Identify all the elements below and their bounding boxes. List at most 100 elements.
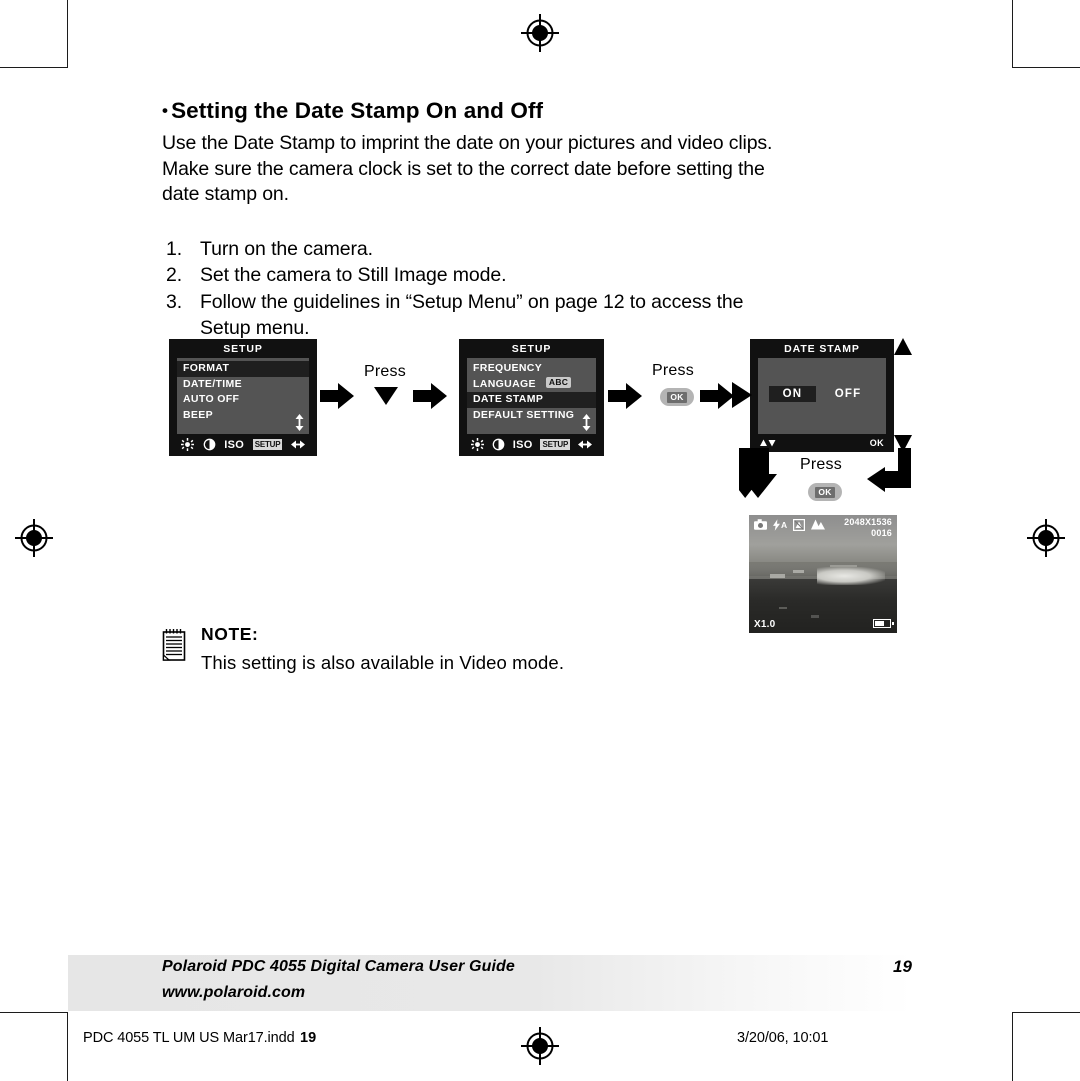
print-filename: PDC 4055 TL UM US Mar17.indd [83,1030,295,1046]
menu-item-language[interactable]: LANGUAGE ABC [467,377,596,393]
notepad-icon [162,629,186,661]
iso-label[interactable]: ISO [513,439,533,451]
scroll-updown-icon[interactable] [295,414,304,431]
battery-icon [873,619,894,628]
date-stamp-options: ON OFF [758,384,886,402]
press-label-2: Press [652,362,694,379]
step-item-3: 3. Follow the guidelines in “Setup Menu” … [162,290,924,341]
up-triangle-icon [894,338,912,355]
option-on[interactable]: ON [768,385,817,402]
lcd-option-panel: ON OFF [758,358,886,434]
bullet-glyph: • [162,101,169,120]
updown-hint-icon [760,439,776,447]
page-title-text: Setting the Date Stamp On and Off [171,98,544,123]
crop-mark-top-left [0,0,68,68]
step-text: Turn on the camera. [200,237,373,260]
lcd-screen-setup-menu-1: SETUP FORMAT DATE/TIME AUTO OFF BEEP ISO [169,339,317,456]
step-number: 2. [166,264,183,287]
flash-auto-icon: A [773,518,788,531]
down-button-icon[interactable] [374,387,398,405]
step-number: 3. [166,290,183,313]
preview-detail [830,564,858,567]
page-number: 19 [893,957,912,976]
registration-mark-left-icon [15,519,53,557]
menu-item-label: DATE STAMP [473,393,544,405]
flow-arrow-right-1-icon [320,383,354,409]
menu-item-default-setting[interactable]: DEFAULT SETTING [467,408,596,424]
contrast-icon[interactable] [492,438,505,451]
lcd-screen-date-stamp: DATE STAMP ON OFF OK [750,339,894,452]
menu-item-date-time[interactable]: DATE/TIME [177,377,309,393]
step-text-line2: Setup menu. [200,316,310,339]
menu-item-date-stamp[interactable]: DATE STAMP [467,392,596,408]
ok-button-label: OK [667,391,687,403]
menu-item-label: FREQUENCY [473,362,543,374]
press-label-1: Press [364,363,406,380]
lcd-screen-setup-menu-2: SETUP FREQUENCY LANGUAGE ABC DATE STAMP D… [459,339,604,456]
preview-info-block: 2048X1536 0016 [844,517,892,539]
note-text: This setting is also available in Video … [201,652,565,673]
lcd-title: DATE STAMP [784,343,860,355]
steps-list: 1. Turn on the camera. 2. Set the camera t… [162,237,924,341]
setup-tab-chip[interactable]: SETUP [540,439,571,450]
lcd-bottom-toolbar: ISO SETUP [467,436,596,453]
camera-preview-screen: A 2048X1536 0016 X1.0 [749,515,897,633]
camera-icon [754,519,767,530]
footer-title: Polaroid PDC 4055 Digital Camera User Gu… [162,958,515,975]
preview-shots-remaining: 0016 [871,528,892,538]
exposure-icon [793,518,806,531]
landscape-icon [811,519,826,530]
step-item-1: 1. Turn on the camera. [162,237,924,263]
step-item-2: 2. Set the camera to Still Image mode. [162,263,924,289]
brightness-icon[interactable] [471,438,484,451]
left-right-arrows-icon[interactable] [577,440,592,449]
brightness-icon[interactable] [181,438,194,451]
step-text: Set the camera to Still Image mode. [200,264,507,287]
menu-item-label: DEFAULT SETTING [473,408,575,421]
option-off[interactable]: OFF [821,386,876,402]
step-text-line1: Follow the guidelines in “Setup Menu” on… [200,290,744,313]
contrast-icon[interactable] [203,438,216,451]
print-slug-line: PDC 4055 TL UM US Mar17.indd 19 3/20/06,… [0,1030,1080,1052]
lcd-menu-panel: FREQUENCY LANGUAGE ABC DATE STAMP DEFAULT… [467,358,596,434]
preview-water-highlight [817,566,886,585]
menu-item-frequency[interactable]: FREQUENCY [467,361,596,377]
flow-arrow-down-left-icon [739,448,777,498]
intro-paragraph: Use the Date Stamp to imprint the date o… [162,132,773,206]
print-timestamp: 3/20/06, 10:01 [737,1030,829,1046]
setup-tab-chip[interactable]: SETUP [252,439,283,450]
menu-item-format[interactable]: FORMAT [177,361,309,377]
document-page: • Setting the Date Stamp On and Off Use t… [0,0,1080,1081]
ok-button-2[interactable]: OK [808,483,842,501]
lcd-title: SETUP [223,343,263,355]
menu-item-beep[interactable]: BEEP [177,408,309,424]
print-page-number: 19 [300,1030,317,1046]
flow-arrow-right-2-icon [413,383,447,409]
preview-detail [811,615,819,618]
preview-detail [769,574,785,578]
flash-mode-label: A [781,519,788,530]
flow-arrow-left-bent-icon [867,448,911,492]
lcd-menu-panel: FORMAT DATE/TIME AUTO OFF BEEP [177,358,309,434]
preview-zoom-level: X1.0 [754,619,776,630]
preview-resolution: 2048X1536 [844,517,892,527]
lcd-bottom-toolbar: ISO SETUP [177,436,309,453]
registration-mark-right-icon [1027,519,1065,557]
footer-website: www.polaroid.com [162,984,306,1001]
iso-label[interactable]: ISO [224,439,244,451]
ok-button-1[interactable]: OK [660,388,694,406]
menu-item-label: LANGUAGE [473,377,536,390]
scroll-updown-icon[interactable] [582,414,591,431]
ok-hint-label: OK [869,438,884,448]
note-title: NOTE: [201,624,259,644]
preview-detail [793,570,804,574]
menu-item-auto-off[interactable]: AUTO OFF [177,392,309,408]
flow-arrow-right-3-icon [608,383,642,409]
language-badge: ABC [545,377,572,388]
left-right-arrows-icon[interactable] [290,440,305,449]
step-number: 1. [166,237,183,260]
section-content: • Setting the Date Stamp On and Off Use t… [162,98,924,342]
page-title: • Setting the Date Stamp On and Off [162,98,924,124]
preview-detail [778,607,788,610]
flow-arrow-into-screen3-icon [732,382,752,408]
